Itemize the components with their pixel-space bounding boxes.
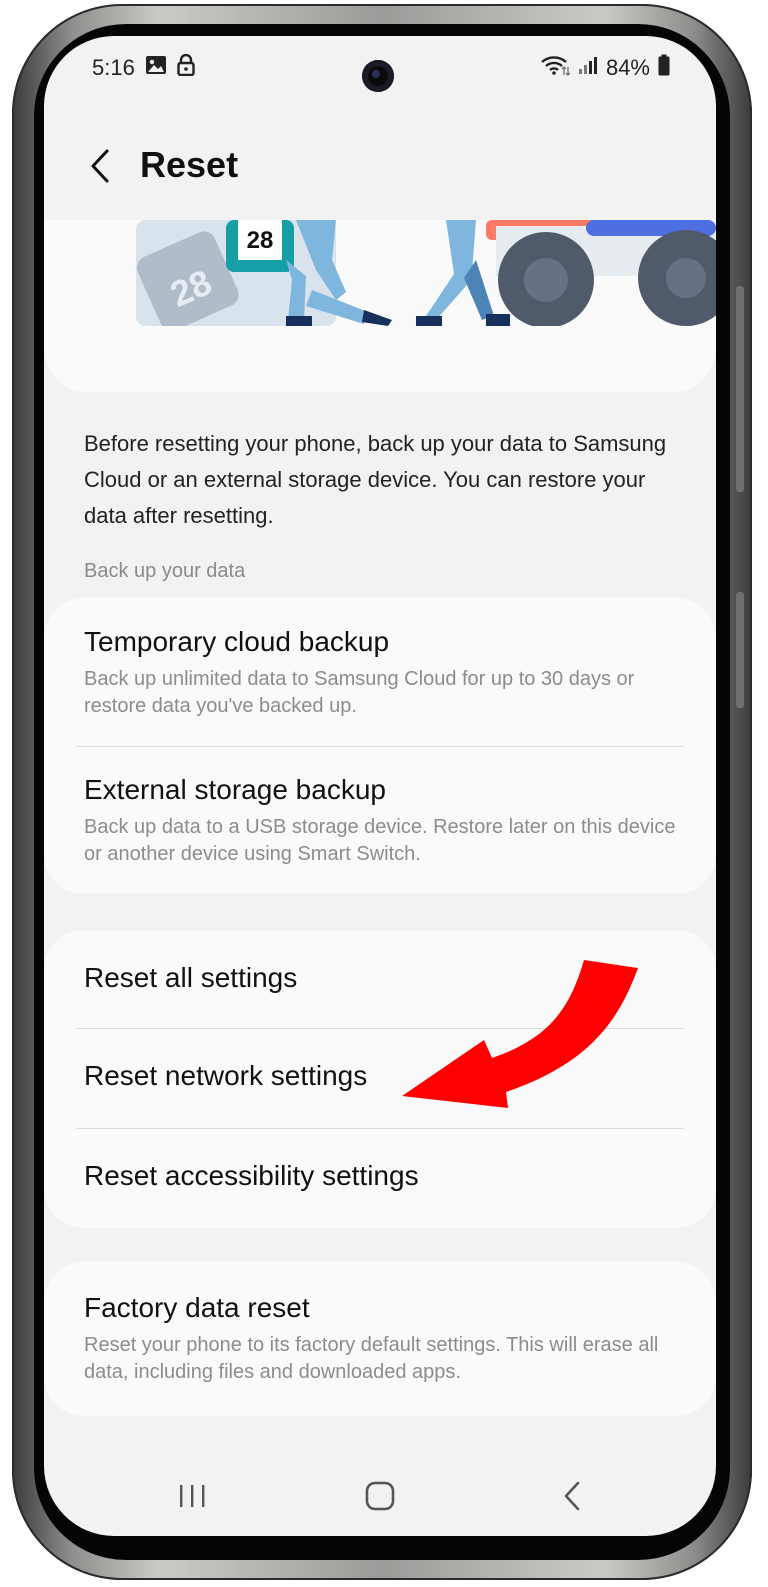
status-left: 5:16 (92, 53, 195, 82)
clock: 5:16 (92, 55, 135, 80)
header: Reset (44, 136, 716, 196)
factory-data-reset-item[interactable]: Factory data reset Reset your phone to i… (84, 1292, 686, 1386)
back-icon (564, 1481, 580, 1511)
item-title: External storage backup (84, 774, 386, 805)
backup-section-label: Back up your data (84, 560, 246, 582)
battery-icon (658, 54, 670, 82)
battery-percent: 84% (605, 55, 650, 80)
illustration-card: 28 28 (44, 220, 716, 392)
item-title: Factory data reset (84, 1292, 310, 1323)
front-camera (362, 60, 394, 92)
navigation-bar (44, 1466, 716, 1526)
item-subtitle: Reset your phone to its factory default … (84, 1334, 659, 1383)
reset-accessibility-settings-item[interactable]: Reset accessibility settings (84, 1160, 686, 1192)
recents-icon (180, 1485, 205, 1507)
calendar-number-front: 28 (247, 227, 274, 254)
home-icon (365, 1481, 395, 1511)
external-storage-backup-item[interactable]: External storage backup Back up data to … (84, 774, 686, 868)
reset-description: Before resetting your phone, back up you… (84, 431, 667, 528)
volume-button (736, 286, 744, 492)
divider (76, 746, 684, 747)
status-right: 84% (540, 54, 670, 82)
nav-back-button[interactable] (548, 1476, 596, 1516)
reset-illustration: 28 28 (136, 220, 716, 331)
annotation-arrow-icon (402, 960, 638, 1108)
item-title: Reset accessibility settings (84, 1160, 419, 1191)
divider (76, 1128, 684, 1129)
item-subtitle: Back up data to a USB storage device. Re… (84, 816, 676, 865)
signal-icon (578, 55, 598, 81)
chevron-left-icon (91, 149, 109, 183)
lock-icon (177, 53, 195, 82)
factory-reset-card: Factory data reset Reset your phone to i… (44, 1262, 716, 1416)
gallery-icon (145, 55, 167, 81)
home-button[interactable] (356, 1476, 404, 1516)
backup-card: Temporary cloud backup Back up unlimited… (44, 598, 716, 894)
item-title: Temporary cloud backup (84, 626, 390, 657)
screen: 5:16 84% Reset 28 28 Before resetting yo… (44, 36, 716, 1536)
temporary-cloud-backup-item[interactable]: Temporary cloud backup Back up unlimited… (84, 626, 686, 720)
power-button (736, 592, 744, 708)
wifi-icon (540, 54, 571, 82)
status-bar: 5:16 84% (44, 44, 716, 92)
recents-button[interactable] (168, 1476, 216, 1516)
back-button[interactable] (80, 142, 120, 190)
page-title: Reset (140, 144, 239, 185)
item-subtitle: Back up unlimited data to Samsung Cloud … (84, 668, 635, 717)
